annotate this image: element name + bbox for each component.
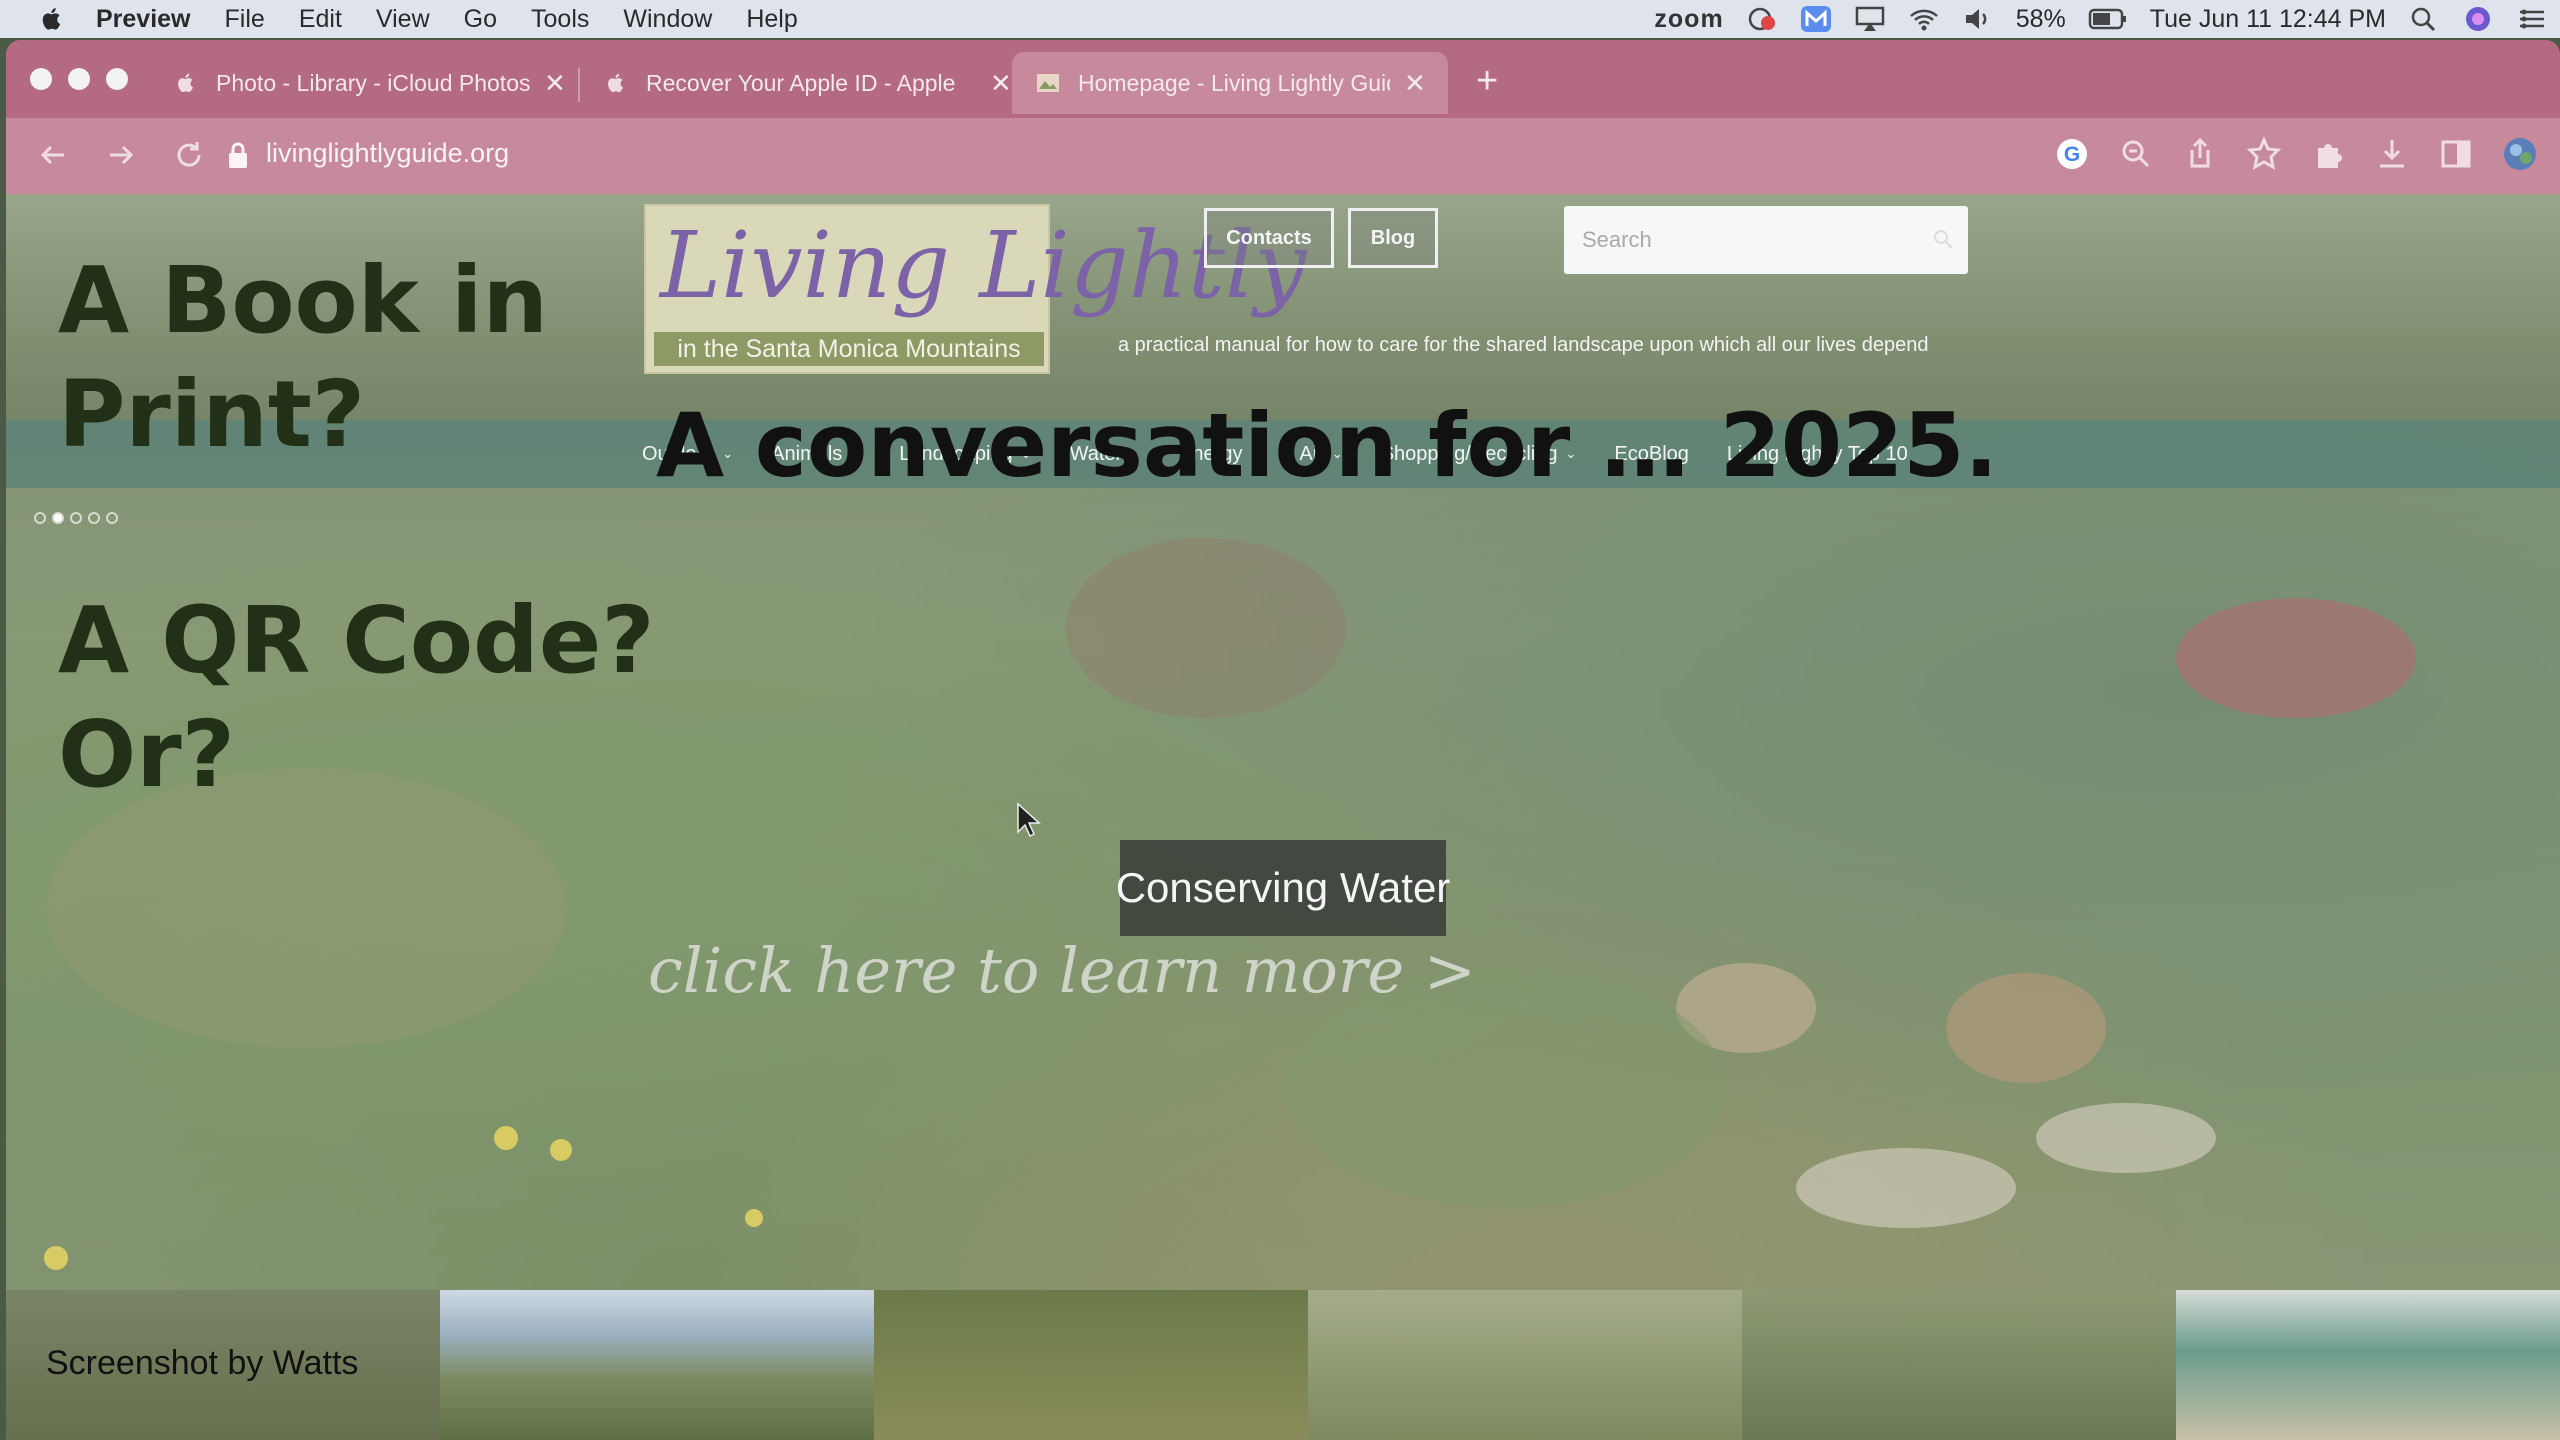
clock[interactable]: Tue Jun 11 12:44 PM — [2150, 5, 2386, 34]
slider-dot-active[interactable] — [52, 512, 64, 524]
menu-file[interactable]: File — [225, 5, 265, 34]
slider-dot[interactable] — [88, 512, 100, 524]
tab-close-icon[interactable]: ✕ — [990, 68, 1012, 99]
airplay-icon[interactable] — [1854, 5, 1886, 33]
menu-edit[interactable]: Edit — [299, 5, 342, 34]
thumbnail-image[interactable] — [1308, 1290, 1742, 1440]
site-tagline: a practical manual for how to care for t… — [1118, 334, 1929, 356]
web-page-viewport: Living Lightly in the Santa Monica Mount… — [6, 194, 2560, 1440]
slider-dot[interactable] — [70, 512, 82, 524]
tab-title: Photo - Library - iCloud Photos — [216, 69, 530, 96]
browser-tab-bar: Photo - Library - iCloud Photos ✕ Recove… — [6, 40, 2560, 130]
forward-arrow-icon[interactable] — [104, 138, 138, 172]
volume-icon[interactable] — [1962, 5, 1994, 33]
lock-icon[interactable] — [226, 140, 250, 170]
menu-view[interactable]: View — [376, 5, 430, 34]
slider-dot[interactable] — [34, 512, 46, 524]
download-icon[interactable] — [2374, 136, 2410, 172]
overlay-qr-line1: A QR Code? — [58, 587, 655, 694]
site-search-input[interactable]: Search — [1564, 206, 1968, 274]
minimize-window-button[interactable] — [68, 68, 90, 90]
tab-title: Homepage - Living Lightly Guide — [1078, 69, 1390, 96]
overlay-conversation-heading: A conversation for … 2025. — [656, 394, 1998, 497]
tab-close-icon[interactable]: ✕ — [1404, 68, 1426, 99]
thumbnail-strip — [6, 1290, 2560, 1440]
search-icon[interactable] — [1932, 228, 1954, 250]
battery-percent: 58% — [2015, 4, 2066, 33]
profile-avatar-icon[interactable] — [2502, 136, 2538, 172]
reload-icon[interactable] — [172, 138, 206, 172]
contacts-button[interactable]: Contacts — [1204, 208, 1334, 268]
wifi-icon[interactable] — [1908, 5, 1940, 33]
zoom-recording-icon[interactable] — [1746, 5, 1778, 33]
page-dim-overlay — [6, 194, 2560, 1440]
zoom-out-icon[interactable] — [2118, 136, 2154, 172]
site-logo[interactable]: Living Lightly in the Santa Monica Mount… — [644, 204, 1306, 374]
svg-text:G: G — [2064, 143, 2080, 166]
zoom-window-button[interactable] — [106, 68, 128, 90]
menu-help[interactable]: Help — [746, 5, 797, 34]
battery-icon[interactable] — [2088, 5, 2128, 33]
menu-go[interactable]: Go — [464, 5, 497, 34]
blog-button[interactable]: Blog — [1348, 208, 1438, 268]
mouse-pointer-icon — [1017, 802, 1041, 838]
menu-window[interactable]: Window — [623, 5, 712, 34]
tab-icloud-photos[interactable]: Photo - Library - iCloud Photos ✕ — [174, 52, 566, 114]
address-bar-url[interactable]: livinglightlyguide.org — [266, 138, 509, 169]
site-favicon-icon — [1037, 74, 1059, 92]
tab-divider — [578, 68, 580, 102]
thumbnail-image[interactable] — [874, 1290, 1308, 1440]
slider-dot[interactable] — [106, 512, 118, 524]
learn-more-link[interactable]: click here to learn more > — [648, 934, 1476, 1007]
tab-recover-apple-id[interactable]: Recover Your Apple ID - Apple ✕ — [604, 52, 1012, 114]
search-placeholder: Search — [1582, 227, 1652, 252]
macos-menubar: Preview File Edit View Go Tools Window H… — [0, 0, 2560, 38]
apple-favicon-icon — [178, 73, 193, 93]
conserving-water-button[interactable]: Conserving Water — [1116, 840, 1450, 936]
bookmark-star-icon[interactable] — [2246, 136, 2282, 172]
thumbnail-image[interactable] — [440, 1290, 874, 1440]
overlay-qr-line2: Or? — [58, 701, 235, 808]
window-controls — [30, 68, 128, 90]
tab-title: Recover Your Apple ID - Apple — [646, 69, 956, 96]
logo-subtitle: in the Santa Monica Mountains — [654, 332, 1044, 366]
side-panel-icon[interactable] — [2438, 136, 2474, 172]
overlay-book-line2: Print? — [58, 361, 366, 468]
tab-close-icon[interactable]: ✕ — [544, 68, 566, 99]
extensions-puzzle-icon[interactable] — [2310, 136, 2346, 172]
share-icon[interactable] — [2182, 136, 2218, 172]
google-g-icon[interactable]: G — [2054, 136, 2090, 172]
browser-toolbar: livinglightlyguide.org G — [6, 118, 2560, 194]
menu-app-preview[interactable]: Preview — [96, 5, 191, 34]
screenshot-credit: Screenshot by Watts — [46, 1344, 359, 1382]
new-tab-plus-icon[interactable]: + — [1476, 60, 1498, 103]
mail-m-icon[interactable] — [1800, 5, 1832, 33]
zoom-status-item[interactable]: zoom — [1654, 5, 1723, 34]
back-arrow-icon[interactable] — [36, 138, 70, 172]
close-window-button[interactable] — [30, 68, 52, 90]
apple-favicon-icon — [608, 73, 623, 93]
siri-icon[interactable] — [2462, 5, 2494, 33]
control-center-icon[interactable] — [2516, 5, 2548, 33]
spotlight-search-icon[interactable] — [2408, 5, 2440, 33]
apple-menu-icon[interactable] — [38, 5, 66, 33]
thumbnail-image[interactable] — [1742, 1290, 2176, 1440]
tab-living-lightly-homepage[interactable]: Homepage - Living Lightly Guide ✕ — [1012, 52, 1448, 114]
thumbnail-image[interactable] — [2176, 1290, 2560, 1440]
overlay-book-line1: A Book in — [58, 247, 549, 354]
menu-tools[interactable]: Tools — [531, 5, 589, 34]
slider-pager-dots — [34, 512, 118, 524]
